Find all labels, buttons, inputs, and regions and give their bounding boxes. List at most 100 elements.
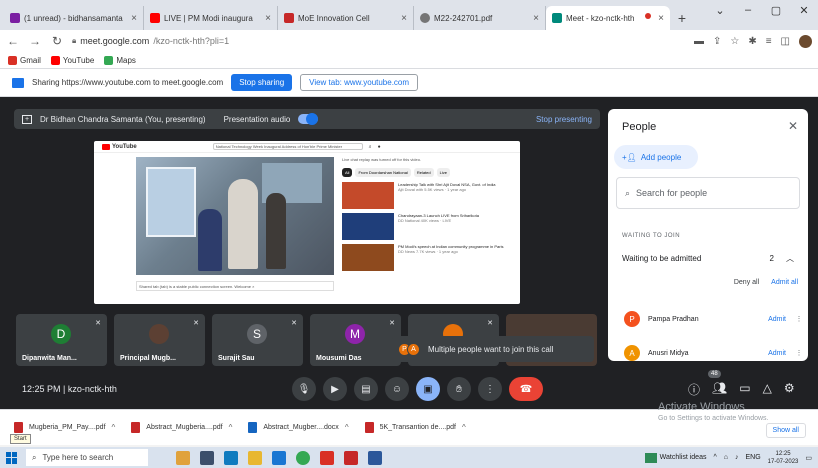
back-icon[interactable]: ← — [6, 34, 20, 48]
cast-icon[interactable]: ▬ — [694, 36, 704, 47]
close-tab-icon[interactable]: × — [401, 13, 407, 24]
show-all-downloads-button[interactable]: Show all — [765, 423, 806, 438]
youtube-search-input[interactable]: National Technology Week Inaugural Addre… — [212, 143, 363, 150]
browser-tab[interactable]: M22-242701.pdf × — [414, 6, 546, 30]
more-vert-icon[interactable]: ⋮ — [794, 349, 804, 357]
close-panel-icon[interactable]: ✕ — [788, 119, 798, 133]
search-icon[interactable]: ⌕ — [369, 144, 372, 150]
video-player[interactable] — [136, 157, 334, 275]
close-tab-icon[interactable]: × — [265, 13, 271, 24]
download-item[interactable]: Abstract_Mugberia....pdf ^ — [131, 422, 232, 433]
download-item[interactable]: Abstract_Mugber....docx ^ — [248, 422, 349, 433]
participant-tile[interactable]: ✕ D Dipanwita Man... — [16, 314, 107, 366]
chrome-icon[interactable] — [296, 450, 310, 465]
waiting-to-admit-row[interactable]: Waiting to be admitted 2 ︿ — [616, 247, 800, 269]
leave-call-button[interactable]: ☎︎ — [509, 377, 543, 401]
chevron-up-icon[interactable]: ^ — [345, 423, 349, 432]
stop-presenting-button[interactable]: Stop presenting — [536, 115, 592, 124]
add-people-button[interactable]: +👤︎ Add people — [614, 145, 698, 169]
mail-app-icon[interactable] — [272, 450, 286, 465]
join-requests-toast[interactable]: PA Multiple people want to join this cal… — [392, 336, 594, 362]
chevron-up-icon[interactable]: ^ — [462, 423, 466, 432]
browser-tab[interactable]: (1 unread) - bidhansamanta × — [4, 6, 144, 30]
view-tab-button[interactable]: View tab: www.youtube.com — [300, 74, 419, 91]
avatar: A — [407, 342, 420, 356]
reactions-button[interactable]: ☺ — [385, 377, 409, 401]
browser-tab[interactable]: LIVE | PM Modi inaugura × — [144, 6, 278, 30]
participant-tile[interactable]: ✕ M Mousumi Das — [310, 314, 401, 366]
download-item[interactable]: 5K_Transantion de....pdf ^ — [364, 422, 466, 433]
recommended-video[interactable]: Leadership Talk with Shri Ajit Doval NSA… — [342, 182, 512, 209]
people-button[interactable]: 48 👥︎ — [708, 370, 727, 398]
presentation-audio-toggle[interactable] — [298, 113, 319, 125]
extensions-icon[interactable]: ✱ — [748, 36, 756, 47]
stop-sharing-button[interactable]: Stop sharing — [231, 74, 293, 91]
chevron-up-icon[interactable]: ^ — [112, 423, 116, 432]
more-options-button[interactable]: ⋮ — [478, 377, 502, 401]
windows-start-icon[interactable] — [6, 451, 18, 464]
close-window-icon[interactable]: ✕ — [790, 4, 818, 17]
tray-chevron-icon[interactable]: ^ — [713, 454, 716, 461]
chip-live[interactable]: Live — [436, 168, 450, 177]
chip-from-channel[interactable]: From Doordarshan National — [355, 168, 411, 177]
acrobat-icon[interactable] — [344, 450, 358, 465]
participant-tile[interactable]: ✕ S Surajit Sau — [212, 314, 303, 366]
bookmark-maps[interactable]: Maps — [104, 55, 136, 65]
chevron-up-icon[interactable]: ^ — [229, 423, 233, 432]
download-item[interactable]: Mugberia_PM_Pay....pdf ^ — [14, 422, 115, 433]
minimize-icon[interactable]: – — [734, 4, 762, 17]
host-controls-icon[interactable]: ⚙︎ — [784, 381, 795, 398]
bookmark-gmail[interactable]: Gmail — [8, 55, 41, 65]
language-indicator[interactable]: ENG — [746, 454, 761, 461]
present-button[interactable]: ▣ — [416, 377, 440, 401]
volume-icon[interactable]: ♪ — [735, 454, 739, 461]
raise-hand-button[interactable]: ✋︎ — [447, 377, 471, 401]
mic-icon[interactable]: ● — [378, 144, 381, 150]
browser-tab-active[interactable]: Meet - kzo-nctk-hth × — [546, 6, 670, 30]
participant-tile[interactable]: ✕ Principal Mugb... — [114, 314, 205, 366]
taskbar-search-input[interactable]: ⌕ Type here to search — [26, 449, 148, 466]
recommended-video[interactable]: PM Modi's speech at Indian community pro… — [342, 244, 512, 271]
close-tab-icon[interactable]: × — [131, 13, 137, 24]
notifications-icon[interactable]: ▭ — [805, 454, 812, 462]
forward-icon[interactable]: → — [28, 34, 42, 48]
deny-all-button[interactable]: Deny all — [734, 279, 759, 286]
bookmark-youtube[interactable]: YouTube — [50, 55, 94, 65]
share-icon[interactable]: ⇪ — [713, 36, 721, 47]
recommended-video[interactable]: Chandrayaan-3 Launch LIVE from Srihariko… — [342, 213, 512, 240]
close-tab-icon[interactable]: × — [533, 13, 539, 24]
word-app-icon[interactable] — [368, 450, 382, 465]
admit-button[interactable]: Admit — [768, 316, 786, 323]
close-tab-icon[interactable]: × — [658, 13, 664, 24]
more-vert-icon[interactable]: ⋮ — [794, 315, 804, 323]
admit-all-button[interactable]: Admit all — [771, 279, 798, 286]
bird-app-icon[interactable] — [176, 450, 190, 465]
admit-button[interactable]: Admit — [768, 350, 786, 357]
network-icon[interactable]: ⌂ — [724, 454, 728, 461]
mic-button[interactable]: 🎙︎ — [292, 377, 316, 401]
reload-icon[interactable]: ↻ — [50, 34, 64, 48]
edge-icon[interactable] — [224, 450, 238, 465]
chip-all[interactable]: All — [342, 168, 353, 177]
chip-related[interactable]: Related — [413, 168, 434, 177]
people-search-input[interactable]: ⌕ Search for people — [616, 177, 800, 209]
chat-icon[interactable]: ▭ — [739, 381, 750, 398]
watchlist-widget[interactable]: Watchlist ideas — [644, 452, 706, 463]
camera-button[interactable]: ▶︎ — [323, 377, 347, 401]
info-icon[interactable]: ⓘ — [688, 381, 700, 398]
file-explorer-icon[interactable] — [248, 450, 262, 465]
maximize-icon[interactable]: ▢ — [762, 4, 790, 17]
tab-search-icon[interactable]: ⌄ — [706, 4, 734, 17]
task-view-icon[interactable] — [200, 450, 214, 465]
new-tab-button[interactable]: + — [670, 6, 694, 30]
bookmark-star-icon[interactable]: ☆ — [730, 36, 739, 47]
side-panel-icon[interactable]: ◫ — [781, 36, 790, 47]
url-field[interactable]: 🔒︎ meet.google.com/kzo-nctk-hth?pli=1 — [72, 36, 686, 46]
captions-button[interactable]: ▤ — [354, 377, 378, 401]
activities-icon[interactable]: △ — [763, 381, 772, 398]
clock[interactable]: 12:25 17-07-2023 — [768, 450, 799, 466]
reading-list-icon[interactable]: ≡ — [766, 36, 772, 47]
store-app-icon[interactable] — [320, 450, 334, 465]
profile-avatar[interactable] — [799, 34, 812, 48]
browser-tab[interactable]: MoE Innovation Cell × — [278, 6, 414, 30]
